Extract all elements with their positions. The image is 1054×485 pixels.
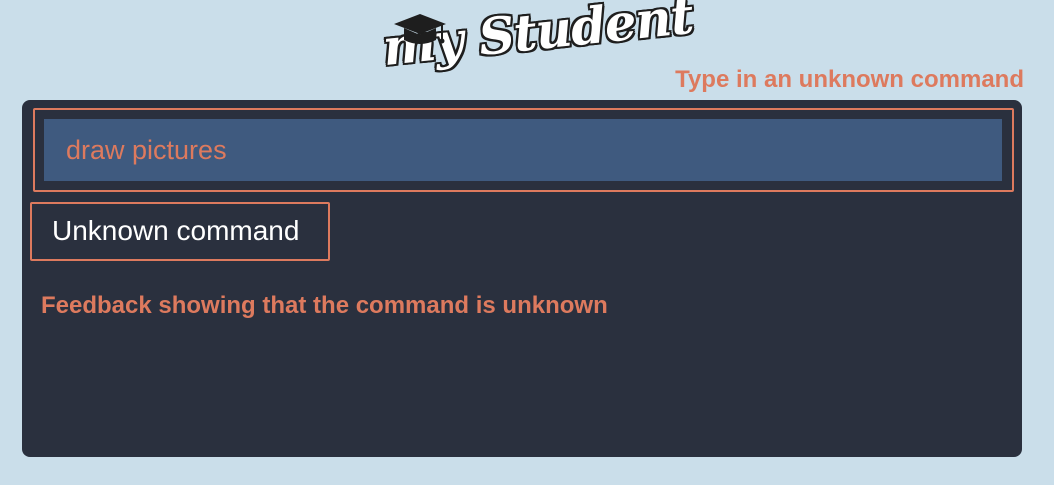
result-annotation: Feedback showing that the command is unk… [41,292,608,319]
main-window-panel: Unknown command Feedback showing that th… [22,100,1022,457]
result-display-highlight: Unknown command [30,202,330,261]
app-logo: my Student [380,0,696,100]
input-annotation: Type in an unknown command [675,66,1024,93]
command-input[interactable] [44,119,1002,181]
command-box-highlight [33,108,1014,192]
result-display-text: Unknown command [52,215,300,246]
graduation-cap-icon [394,14,446,44]
